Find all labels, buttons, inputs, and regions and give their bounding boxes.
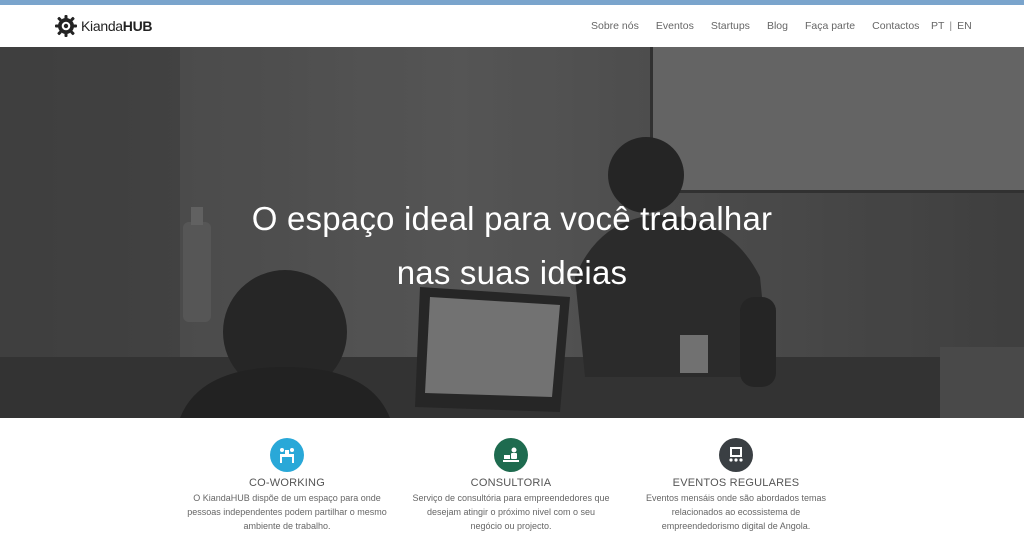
- lang-separator: |: [949, 20, 953, 32]
- main-nav: Sobre nós Eventos Startups Blog Faça par…: [591, 20, 936, 32]
- nav-item-faca-parte[interactable]: Faça parte: [805, 20, 855, 32]
- logo[interactable]: KiandaHUB: [54, 13, 153, 39]
- nav-item-startups[interactable]: Startups: [711, 20, 750, 32]
- language-switcher: PT | EN: [931, 20, 972, 32]
- navbar: KiandaHUB Sobre nós Eventos Startups Blo…: [0, 5, 1024, 48]
- feature-title: EVENTOS REGULARES: [672, 477, 800, 489]
- feature-description: O KiandaHUB dispõe de um espaço para ond…: [187, 493, 387, 531]
- events-icon: [719, 438, 753, 472]
- lang-pt-link[interactable]: PT: [931, 20, 944, 32]
- logo-text: KiandaHUB: [81, 18, 153, 34]
- feature-description: Serviço de consultória para empreendedor…: [412, 493, 610, 531]
- feature-coworking: CO-WORKING O KiandaHUB dispõe de um espa…: [172, 438, 402, 533]
- nav-item-blog[interactable]: Blog: [767, 20, 788, 32]
- gear-logo-icon: [55, 15, 77, 37]
- feature-title: CO-WORKING: [249, 477, 325, 489]
- coworking-icon: [270, 438, 304, 472]
- nav-item-sobre-nos[interactable]: Sobre nós: [591, 20, 639, 32]
- consulting-icon: [494, 438, 528, 472]
- nav-item-contactos[interactable]: Contactos: [872, 20, 919, 32]
- feature-eventos-regulares: EVENTOS REGULARES Eventos mensáis onde s…: [621, 438, 851, 533]
- hero-banner: O espaço ideal para você trabalhar nas s…: [0, 47, 1024, 418]
- feature-consultoria: CONSULTORIA Serviço de consultória para …: [396, 438, 626, 533]
- feature-description: Eventos mensáis onde são abordados temas…: [645, 493, 827, 531]
- hero-title-line1: O espaço ideal para você trabalhar: [251, 200, 773, 237]
- lang-en-link[interactable]: EN: [957, 20, 972, 32]
- nav-item-eventos[interactable]: Eventos: [656, 20, 694, 32]
- feature-title: CONSULTORIA: [470, 477, 552, 489]
- features-section: CO-WORKING O KiandaHUB dispõe de um espa…: [0, 418, 1024, 535]
- hero-title-line2: nas suas ideias: [396, 254, 628, 291]
